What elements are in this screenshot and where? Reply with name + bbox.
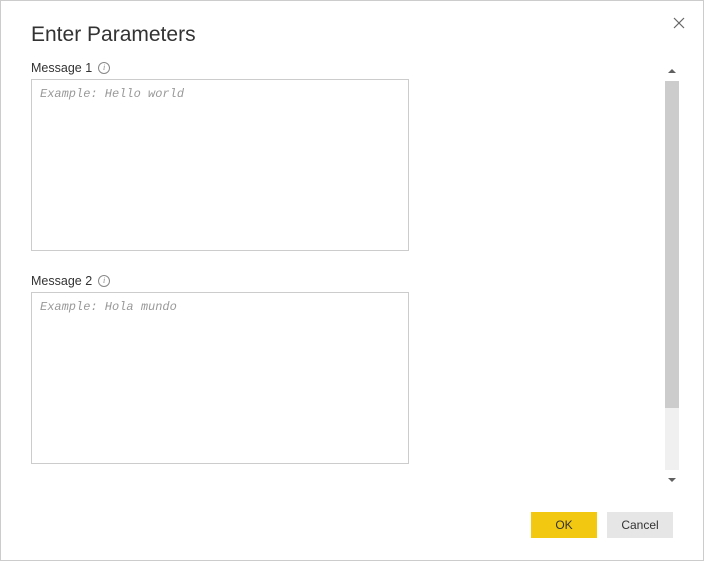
enter-parameters-dialog: Enter Parameters Message 1 i Message 2 i [0,0,704,561]
field-label-message-2: Message 2 [31,274,92,288]
chevron-up-icon [667,66,677,76]
ok-button[interactable]: OK [531,512,597,538]
message-2-input[interactable] [31,292,409,464]
field-group-message-2: Message 2 i [31,274,653,469]
chevron-down-icon [667,475,677,485]
scroll-thumb[interactable] [665,81,679,408]
message-1-input[interactable] [31,79,409,251]
field-label-message-1: Message 1 [31,61,92,75]
close-icon [673,17,685,29]
scroll-track[interactable] [665,81,679,470]
vertical-scrollbar[interactable] [663,61,681,490]
info-icon[interactable]: i [98,62,110,74]
info-icon[interactable]: i [98,275,110,287]
field-label-row: Message 1 i [31,61,653,75]
field-label-row: Message 2 i [31,274,653,288]
content-area: Message 1 i Message 2 i [31,61,653,490]
scroll-up-arrow[interactable] [663,61,681,81]
scroll-down-arrow[interactable] [663,470,681,490]
close-button[interactable] [669,13,689,33]
cancel-button[interactable]: Cancel [607,512,673,538]
field-group-message-1: Message 1 i [31,61,653,256]
dialog-button-row: OK Cancel [531,512,673,538]
dialog-title: Enter Parameters [1,1,703,47]
